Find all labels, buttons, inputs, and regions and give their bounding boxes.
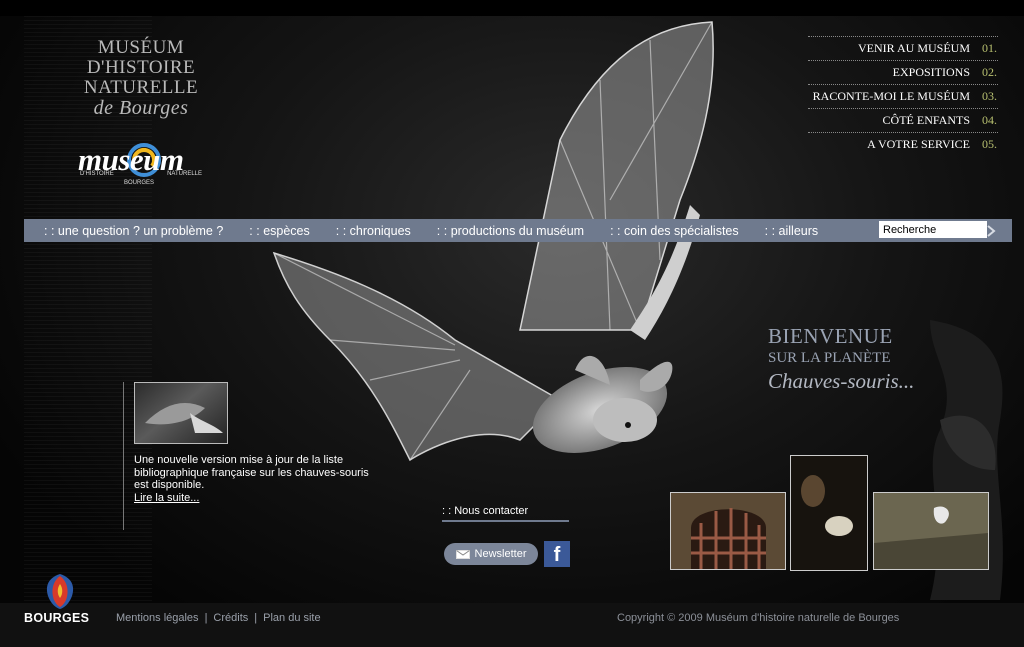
nav-item-question[interactable]: : : une question ? un problème ? <box>44 224 223 238</box>
museum-title: MUSÉUM D'HISTOIRE NATURELLE de Bourges <box>78 37 204 119</box>
envelope-icon <box>455 549 470 559</box>
main-nav-bar: : : une question ? un problème ? : : esp… <box>24 219 1012 242</box>
news-text: Une nouvelle version mise à jour de la l… <box>134 454 379 504</box>
top-nav-item-expositions[interactable]: EXPOSITIONS 02. <box>808 60 998 84</box>
welcome-line-3: Chauves-souris... <box>768 369 915 393</box>
top-nav-label: RACONTE-MOI LE MUSÉUM <box>812 89 970 103</box>
logo-sub-right: NATURELLE <box>167 171 202 177</box>
gallery-thumb-field[interactable] <box>873 492 989 570</box>
footer-links: Mentions légales | Crédits | Plan du sit… <box>116 612 321 624</box>
news-body: Une nouvelle version mise à jour de la l… <box>134 454 369 491</box>
bourges-emblem-icon[interactable] <box>44 572 76 610</box>
welcome-heading: BIENVENUE SUR LA PLANÈTE Chauves-souris.… <box>768 324 914 394</box>
cave-grate-image <box>671 493 785 569</box>
footer-link-plan[interactable]: Plan du site <box>263 612 320 624</box>
footer-link-credits[interactable]: Crédits <box>213 612 248 624</box>
nav-item-ailleurs[interactable]: : : ailleurs <box>765 224 819 238</box>
footer-separator: | <box>254 612 258 624</box>
title-line-1: MUSÉUM <box>97 37 185 58</box>
facebook-icon: f <box>553 544 561 566</box>
top-nav-item-enfants[interactable]: CÔTÉ ENFANTS 04. <box>808 108 998 132</box>
footer-link-mentions[interactable]: Mentions légales <box>116 612 199 624</box>
news-thumbnail[interactable] <box>134 382 228 444</box>
chevron-right-icon <box>987 224 996 237</box>
title-line-3: NATURELLE <box>83 77 199 98</box>
search-button[interactable] <box>982 221 1000 240</box>
top-nav-number: 02. <box>982 65 997 79</box>
top-nav-number: 03. <box>982 89 997 103</box>
welcome-line-2: SUR LA PLANÈTE <box>768 350 891 366</box>
top-nav-label: EXPOSITIONS <box>892 65 970 79</box>
welcome-line-1: BIENVENUE <box>768 324 893 348</box>
footer-bar <box>0 603 1024 647</box>
bourges-label: BOURGES <box>24 611 90 625</box>
contact-underline <box>442 520 569 522</box>
search-input[interactable] <box>879 221 987 238</box>
top-nav: VENIR AU MUSÉUM 01. EXPOSITIONS 02. RACO… <box>808 36 998 156</box>
contact-label[interactable]: : : Nous contacter <box>442 505 528 517</box>
facebook-button[interactable]: f <box>544 541 570 567</box>
gallery-thumb-cave[interactable] <box>790 455 868 571</box>
bat-thumbnail-image <box>145 403 223 433</box>
top-nav-number: 01. <box>982 41 997 55</box>
cave-bat-image <box>791 456 867 570</box>
newsletter-label: Newsletter <box>474 548 527 560</box>
top-nav-number: 04. <box>982 113 997 127</box>
top-nav-item-venir[interactable]: VENIR AU MUSÉUM 01. <box>808 36 998 60</box>
top-nav-label: VENIR AU MUSÉUM <box>857 41 970 55</box>
nav-item-chroniques[interactable]: : : chroniques <box>336 224 411 238</box>
newsletter-button[interactable]: Newsletter <box>444 543 538 565</box>
read-more-link[interactable]: Lire la suite... <box>134 492 199 505</box>
nav-item-especes[interactable]: : : espèces <box>249 224 309 238</box>
footer-separator: | <box>204 612 208 624</box>
copyright-text: Copyright © 2009 Muséum d'histoire natur… <box>617 612 900 624</box>
top-nav-number: 05. <box>982 137 997 151</box>
gallery-thumb-grate[interactable] <box>670 492 786 570</box>
top-nav-label: CÔTÉ ENFANTS <box>882 113 970 127</box>
top-nav-item-raconte[interactable]: RACONTE-MOI LE MUSÉUM 03. <box>808 84 998 108</box>
museum-logo[interactable]: museum D'HISTOIRE NATURELLE BOURGES <box>74 138 208 192</box>
logo-bourges: BOURGES <box>124 180 155 186</box>
nav-item-productions[interactable]: : : productions du muséum <box>437 224 584 238</box>
top-nav-item-service[interactable]: A VOTRE SERVICE 05. <box>808 132 998 156</box>
news-divider <box>123 382 124 530</box>
top-nav-label: A VOTRE SERVICE <box>867 137 970 151</box>
logo-sub-left: D'HISTOIRE <box>80 171 114 177</box>
logo-subtitle: D'HISTOIRE NATURELLE <box>80 171 202 177</box>
nav-item-specialistes[interactable]: : : coin des spécialistes <box>610 224 739 238</box>
title-line-2: D'HISTOIRE <box>86 57 196 78</box>
field-bat-image <box>874 493 988 569</box>
title-line-italic: de Bourges <box>93 97 189 119</box>
page-background: MUSÉUM D'HISTOIRE NATURELLE de Bourges m… <box>0 0 1024 647</box>
